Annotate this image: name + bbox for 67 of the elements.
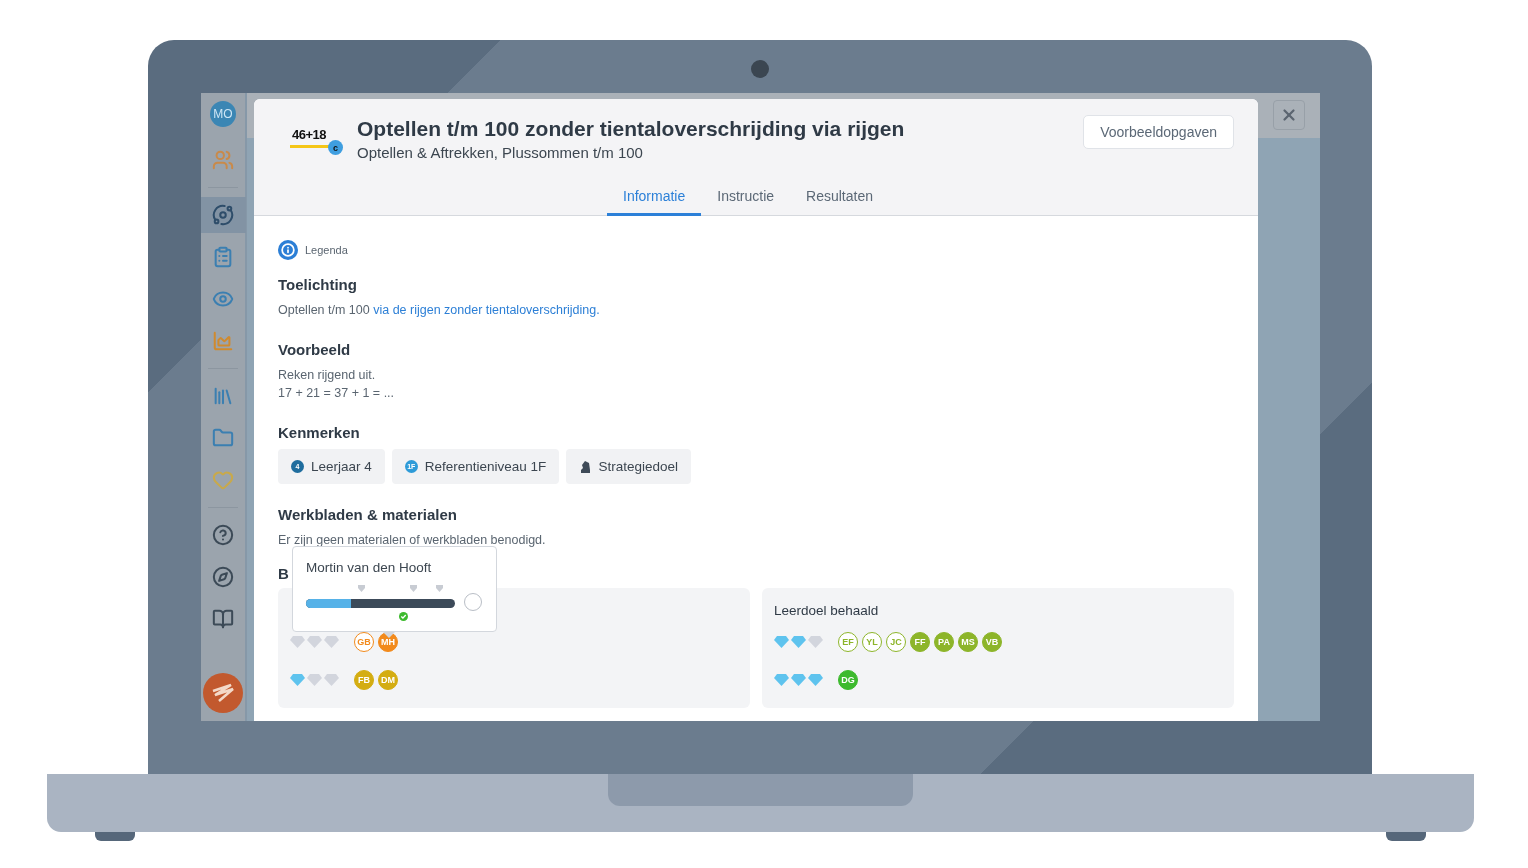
book-icon: [212, 608, 234, 630]
student-avatar[interactable]: FF: [910, 632, 930, 652]
books-icon: [212, 385, 234, 407]
student-avatar[interactable]: YL: [862, 632, 882, 652]
student-avatar[interactable]: VB: [982, 632, 1002, 652]
student-avatar[interactable]: GB: [354, 632, 374, 652]
student-avatar[interactable]: EF: [838, 632, 858, 652]
diamond-icon: [307, 636, 322, 648]
section-heading: Toelichting: [278, 276, 358, 293]
tab[interactable]: Instructie: [701, 188, 791, 216]
diamond-icon: [808, 674, 823, 686]
people-icon: [212, 149, 234, 171]
diamond-icon: [324, 674, 339, 686]
section-heading: Kenmerken: [278, 424, 361, 441]
diamond-icon: [290, 636, 305, 648]
student-name: Mortin van den Hooft: [306, 560, 433, 575]
chip-label: Referentieniveau 1F: [424, 459, 547, 474]
card-title: Leerdoel behaald: [774, 603, 880, 618]
diamond-icon: [774, 674, 789, 686]
modal-title: Optellen t/m 100 zonder tientaloverschrijding via rijgen: [357, 117, 906, 141]
close-icon: [1280, 106, 1298, 124]
student-avatar[interactable]: JC: [886, 632, 906, 652]
check-icon: [399, 612, 408, 621]
text-link[interactable]: via de rijgen zonder tientaloverschrijding.: [373, 303, 600, 317]
heart-icon: [212, 469, 234, 491]
section-text: Optellen t/m 100 via de rijgen zonder tientaloverschrijding.: [278, 302, 601, 319]
diamond-icon: [774, 636, 789, 648]
modal-subtitle: Optellen & Aftrekken, Plussommen t/m 100: [357, 144, 644, 161]
examples-button[interactable]: Voorbeeldopgaven: [1083, 115, 1234, 149]
info-icon: [278, 240, 298, 260]
tab[interactable]: Resultaten: [790, 188, 889, 216]
compass-icon: [212, 566, 234, 588]
diamond-icon: [808, 636, 823, 648]
student-avatar[interactable]: MS: [958, 632, 978, 652]
help-icon: [212, 524, 234, 546]
diamond-icon: [791, 674, 806, 686]
sidebar-item[interactable]: [201, 197, 246, 233]
logo-badge: c: [328, 140, 343, 155]
section-text: Reken rijgend uit.: [278, 367, 377, 384]
student-avatar[interactable]: DM: [378, 670, 398, 690]
section-text: 17 + 21 = 37 + 1 = ...: [278, 385, 396, 402]
camera-dot: [751, 60, 769, 78]
brand-logo[interactable]: [203, 673, 243, 713]
diamond-icon: [324, 636, 339, 648]
section-heading: Voorbeeld: [278, 341, 352, 358]
chip-label: Strategiedoel: [598, 459, 678, 474]
student-avatar[interactable]: DG: [838, 670, 858, 690]
laptop-foot: [95, 832, 135, 841]
diamond-icon: [290, 674, 305, 686]
diamond-icon: [791, 636, 806, 648]
section-heading: B: [278, 565, 289, 582]
chip-label: Leerjaar 4: [311, 459, 372, 474]
chart-icon: [212, 330, 234, 352]
student-avatar[interactable]: PA: [934, 632, 954, 652]
logo-text: 46+18: [292, 127, 326, 142]
folder-icon: [212, 427, 234, 449]
section-text: Er zijn geen materialen of werkbladen benodigd.: [278, 532, 547, 549]
laptop-foot: [1386, 832, 1426, 841]
legend-link[interactable]: Legenda: [305, 244, 348, 256]
tab[interactable]: Informatie: [607, 188, 702, 216]
close-button[interactable]: [1273, 100, 1305, 130]
section-heading: Werkbladen & materialen: [278, 506, 458, 523]
clipboard-icon: [212, 246, 234, 268]
diamond-icon: [307, 674, 322, 686]
planet-icon: [212, 204, 234, 226]
user-avatar[interactable]: MO: [210, 101, 236, 127]
student-avatar[interactable]: FB: [354, 670, 374, 690]
